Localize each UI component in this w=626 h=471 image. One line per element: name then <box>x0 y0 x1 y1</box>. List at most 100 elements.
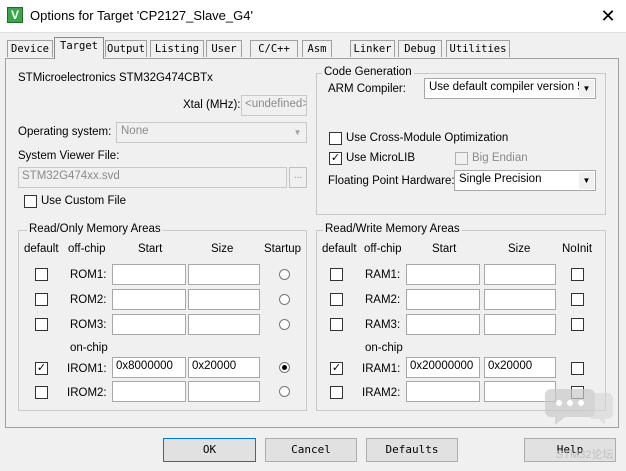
iram2-default-checkbox[interactable] <box>330 386 343 399</box>
ram-onchip-label: on-chip <box>365 342 403 354</box>
iram1-start-input[interactable]: 0x20000000 <box>406 357 480 378</box>
rom1-startup-radio[interactable] <box>279 269 290 280</box>
iram1-default-checkbox[interactable]: ✓ <box>330 362 343 375</box>
check-icon: ✓ <box>36 362 47 374</box>
compiler-select[interactable]: Use default compiler version 5 ▼ <box>424 78 596 99</box>
iram1-label: IRAM1: <box>362 363 401 375</box>
ram3-noinit-checkbox[interactable] <box>571 318 584 331</box>
ram1-size-input[interactable] <box>484 264 556 285</box>
os-label: Operating system: <box>18 126 112 138</box>
xtal-input[interactable]: <undefined> <box>241 95 307 116</box>
ram1-start-input[interactable] <box>406 264 480 285</box>
rom-header-startup: Startup <box>264 243 302 255</box>
ram1-noinit-checkbox[interactable] <box>571 268 584 281</box>
watermark-text: STM32论坛 <box>556 449 614 461</box>
use-custom-file-checkbox[interactable] <box>24 195 37 208</box>
ram3-start-input[interactable] <box>406 314 480 335</box>
big-endian-label: Big Endian <box>472 152 528 164</box>
rom2-label: ROM2: <box>70 294 107 306</box>
rom3-default-checkbox[interactable] <box>35 318 48 331</box>
tab-target[interactable]: Target <box>54 37 104 59</box>
rom-header-start: Start <box>138 243 163 255</box>
rom3-size-input[interactable] <box>188 314 260 335</box>
ram-header-noinit: NoInit <box>562 243 593 255</box>
os-select[interactable]: None ▼ <box>116 122 307 143</box>
radio-selected-dot <box>282 365 287 370</box>
fpu-label: Floating Point Hardware: <box>328 175 455 187</box>
ram3-default-checkbox[interactable] <box>330 318 343 331</box>
ram2-size-input[interactable] <box>484 289 556 310</box>
microlib-checkbox[interactable]: ✓ <box>329 152 342 165</box>
title-bar: V Options for Target 'CP2127_Slave_G4' ✕ <box>0 0 626 33</box>
iram2-label: IRAM2: <box>362 387 401 399</box>
tab-linker[interactable]: Linker <box>350 40 395 57</box>
ram-header-offchip: off-chip <box>364 243 402 255</box>
ok-button[interactable]: OK <box>163 438 256 462</box>
check-icon: ✓ <box>330 152 341 164</box>
window-title: Options for Target 'CP2127_Slave_G4' <box>30 8 253 23</box>
tab-user[interactable]: User <box>206 40 242 57</box>
ram-header-size: Size <box>508 243 531 255</box>
microlib-label: Use MicroLIB <box>346 152 416 164</box>
tab-strip: Device Target Output Listing User C/C++ … <box>0 37 626 59</box>
rom2-size-input[interactable] <box>188 289 260 310</box>
rom1-start-input[interactable] <box>112 264 186 285</box>
ram2-noinit-checkbox[interactable] <box>571 293 584 306</box>
chevron-down-icon: ▼ <box>579 172 594 189</box>
tab-c-cpp[interactable]: C/C++ <box>250 40 298 57</box>
tab-output[interactable]: Output <box>105 40 147 57</box>
ram-header-default: default <box>322 243 357 255</box>
defaults-button[interactable]: Defaults <box>366 438 458 462</box>
cancel-button[interactable]: Cancel <box>265 438 357 462</box>
os-selected-value: None <box>121 125 149 137</box>
tab-debug[interactable]: Debug <box>398 40 442 57</box>
rom-header-offchip: off-chip <box>68 243 106 255</box>
svd-input[interactable]: STM32G474xx.svd <box>18 167 287 188</box>
irom1-size-input[interactable]: 0x20000 <box>188 357 260 378</box>
rom-group-title: Read/Only Memory Areas <box>27 223 163 235</box>
tab-utilities[interactable]: Utilities <box>446 40 510 57</box>
fpu-select[interactable]: Single Precision ▼ <box>454 170 596 191</box>
tab-device[interactable]: Device <box>7 40 53 57</box>
big-endian-checkbox[interactable] <box>455 152 468 165</box>
rom3-startup-radio[interactable] <box>279 319 290 330</box>
cross-module-checkbox[interactable] <box>329 132 342 145</box>
ram3-size-input[interactable] <box>484 314 556 335</box>
rom1-default-checkbox[interactable] <box>35 268 48 281</box>
irom1-startup-radio[interactable] <box>279 362 290 373</box>
rom2-startup-radio[interactable] <box>279 294 290 305</box>
code-generation-title: Code Generation <box>322 66 414 78</box>
rom2-default-checkbox[interactable] <box>35 293 48 306</box>
irom2-default-checkbox[interactable] <box>35 386 48 399</box>
irom2-start-input[interactable] <box>112 381 186 402</box>
svd-label: System Viewer File: <box>18 150 120 162</box>
irom1-start-input[interactable]: 0x8000000 <box>112 357 186 378</box>
irom1-default-checkbox[interactable]: ✓ <box>35 362 48 375</box>
fpu-selected-value: Single Precision <box>459 173 542 185</box>
ram2-start-input[interactable] <box>406 289 480 310</box>
iram1-noinit-checkbox[interactable] <box>571 362 584 375</box>
irom2-size-input[interactable] <box>188 381 260 402</box>
ram2-default-checkbox[interactable] <box>330 293 343 306</box>
close-icon[interactable]: ✕ <box>596 4 620 28</box>
irom2-label: IROM2: <box>67 387 107 399</box>
compiler-label: ARM Compiler: <box>328 83 406 95</box>
iram2-start-input[interactable] <box>406 381 480 402</box>
tab-asm[interactable]: Asm <box>302 40 332 57</box>
irom2-startup-radio[interactable] <box>279 386 290 397</box>
irom1-label: IROM1: <box>67 363 107 375</box>
rom3-start-input[interactable] <box>112 314 186 335</box>
device-name: STMicroelectronics STM32G474CBTx <box>18 72 213 84</box>
cross-module-label: Use Cross-Module Optimization <box>346 132 509 144</box>
ram1-default-checkbox[interactable] <box>330 268 343 281</box>
chevron-down-icon: ▼ <box>290 124 305 141</box>
svd-browse-button[interactable]: ... <box>289 167 307 188</box>
rom-header-size: Size <box>211 243 234 255</box>
ram1-label: RAM1: <box>365 269 401 281</box>
rom1-size-input[interactable] <box>188 264 260 285</box>
tab-listing[interactable]: Listing <box>150 40 204 57</box>
rom-header-default: default <box>24 243 59 255</box>
ram3-label: RAM3: <box>365 319 401 331</box>
rom2-start-input[interactable] <box>112 289 186 310</box>
iram1-size-input[interactable]: 0x20000 <box>484 357 556 378</box>
